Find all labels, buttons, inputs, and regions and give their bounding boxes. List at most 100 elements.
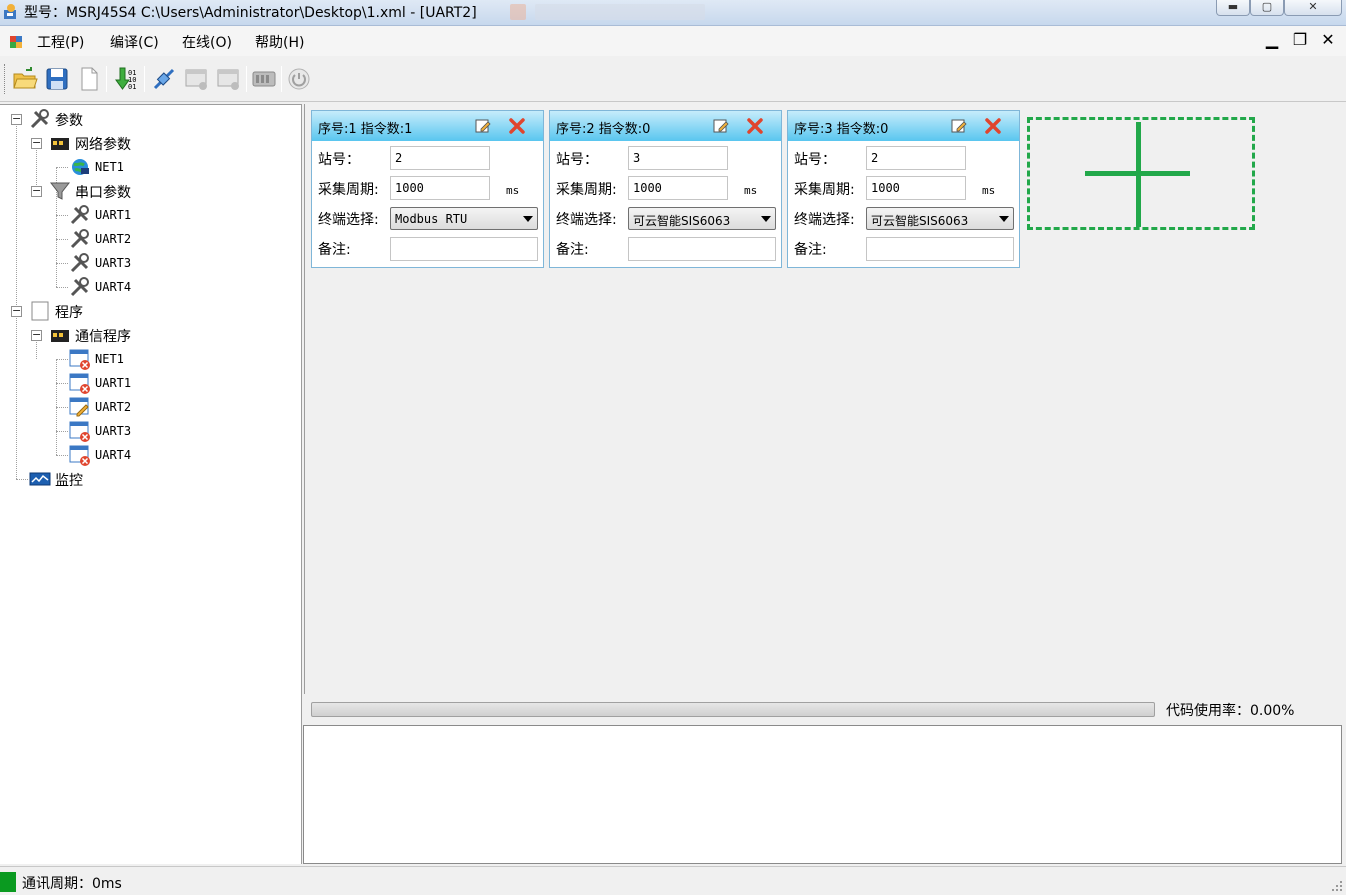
status-text: 通讯周期：0ms: [22, 876, 122, 892]
program-error-icon: [69, 421, 90, 442]
menu-help[interactable]: 帮助(H): [255, 32, 304, 52]
resize-grip-icon[interactable]: [1331, 880, 1343, 892]
terminal-select[interactable]: 可云智能SIS6063: [866, 207, 1014, 230]
background-tab: [535, 4, 705, 20]
terminal-select[interactable]: Modbus RTU: [390, 207, 538, 230]
editor-area: 序号:1 指令数:1 站号： 2 采集周期: 1000 ms 终端选择: Mod…: [304, 104, 1342, 694]
card-title: 序号:1 指令数:1: [318, 122, 413, 137]
tree-line: [56, 215, 68, 216]
device-icon[interactable]: [251, 66, 277, 92]
card-title: 序号:2 指令数:0: [556, 122, 651, 137]
period-input[interactable]: 1000: [390, 176, 490, 200]
delete-icon[interactable]: [508, 117, 526, 135]
chevron-down-icon: [761, 216, 771, 222]
mdi-close-button[interactable]: ✕: [1320, 32, 1336, 48]
tree-label: 串口参数: [75, 185, 131, 201]
tree-collapse-toggle[interactable]: −: [11, 113, 22, 125]
code-usage-label: 代码使用率：0.00%: [1166, 703, 1295, 719]
tree-label: UART4: [95, 280, 132, 294]
remove-window-icon[interactable]: [216, 66, 242, 92]
mdi-restore-button[interactable]: ❐: [1292, 32, 1308, 48]
remark-label: 备注:: [318, 242, 351, 258]
period-unit: ms: [982, 184, 996, 197]
add-window-icon[interactable]: [184, 66, 210, 92]
command-card-3: 序号:3 指令数:0 站号： 2 采集周期: 1000 ms 终端选择: 可云智…: [787, 110, 1020, 268]
tree-line: [56, 455, 68, 456]
edit-icon[interactable]: [474, 117, 492, 135]
remark-input[interactable]: [390, 237, 538, 261]
tree-label: UART3: [95, 424, 132, 438]
code-usage-row: 代码使用率：0.00%: [304, 694, 1346, 724]
tree-line: [56, 287, 68, 288]
plus-icon: [1085, 122, 1190, 227]
toolbar-grip[interactable]: [4, 64, 7, 94]
remark-label: 备注:: [556, 242, 589, 258]
period-input[interactable]: 1000: [866, 176, 966, 200]
chevron-down-icon: [999, 216, 1009, 222]
period-label: 采集周期:: [794, 182, 855, 198]
tree-line: [56, 167, 68, 168]
tree-collapse-toggle[interactable]: −: [31, 137, 42, 149]
delete-icon[interactable]: [746, 117, 764, 135]
terminal-select-value: 可云智能SIS6063: [871, 214, 969, 228]
tree-label: 网络参数: [75, 137, 131, 153]
menu-online[interactable]: 在线(O): [182, 32, 232, 52]
period-input[interactable]: 1000: [628, 176, 728, 200]
terminal-select-value: Modbus RTU: [395, 212, 468, 226]
mdi-minimize-button[interactable]: ▁: [1264, 32, 1280, 48]
tools-icon: [30, 109, 49, 129]
edit-icon[interactable]: [950, 117, 968, 135]
tools-icon: [70, 277, 89, 297]
background-tab: [510, 4, 526, 20]
tree-label: UART1: [95, 376, 132, 390]
open-folder-icon[interactable]: [12, 66, 38, 92]
download-binary-icon[interactable]: 01 10 01: [114, 66, 140, 92]
tree-line: [16, 479, 28, 480]
tree-label: 参数: [55, 113, 83, 129]
program-error-icon: [69, 445, 90, 466]
command-card-2: 序号:2 指令数:0 站号： 3 采集周期: 1000 ms 终端选择: 可云智…: [549, 110, 782, 268]
card-header: 序号:2 指令数:0: [550, 111, 781, 141]
station-input[interactable]: 2: [866, 146, 966, 170]
delete-icon[interactable]: [984, 117, 1002, 135]
toolbar-separator: [144, 66, 145, 92]
terminal-label: 终端选择:: [318, 212, 379, 228]
remark-input[interactable]: [866, 237, 1014, 261]
program-edit-icon: [69, 397, 89, 417]
terminal-select[interactable]: 可云智能SIS6063: [628, 207, 776, 230]
station-input[interactable]: 2: [390, 146, 490, 170]
project-tree: − 参数 − 网络参数 NET1 − 串口参数 UART1 UART2 UART…: [0, 104, 302, 864]
tree-label: UART3: [95, 256, 132, 270]
menu-compile[interactable]: 编译(C): [110, 32, 159, 52]
tree-label: UART2: [95, 400, 132, 414]
save-icon[interactable]: [44, 66, 70, 92]
minimize-button[interactable]: ▬: [1216, 0, 1250, 16]
add-command-button[interactable]: [1027, 117, 1255, 230]
tree-label: NET1: [95, 352, 124, 366]
document-icon[interactable]: [9, 35, 23, 49]
station-label: 站号：: [556, 152, 598, 168]
tree-collapse-toggle[interactable]: −: [31, 185, 42, 197]
card-title: 序号:3 指令数:0: [794, 122, 889, 137]
card-header: 序号:1 指令数:1: [312, 111, 543, 141]
tools-icon: [70, 229, 89, 249]
globe-icon: [72, 159, 89, 175]
tree-collapse-toggle[interactable]: −: [31, 329, 42, 341]
new-file-icon[interactable]: [76, 66, 102, 92]
program-error-icon: [69, 373, 90, 394]
remark-input[interactable]: [628, 237, 776, 261]
connect-icon[interactable]: [151, 66, 177, 92]
maximize-button[interactable]: ▢: [1250, 0, 1284, 16]
tree-collapse-toggle[interactable]: −: [11, 305, 22, 317]
edit-icon[interactable]: [712, 117, 730, 135]
menu-project[interactable]: 工程(P): [37, 32, 84, 52]
station-input[interactable]: 3: [628, 146, 728, 170]
title-bar: 型号：MSRJ45S4 C:\Users\Administrator\Deskt…: [0, 0, 1346, 26]
toolbar-separator: [281, 66, 282, 92]
close-button[interactable]: ✕: [1284, 0, 1342, 16]
tree-line: [56, 263, 68, 264]
power-icon[interactable]: [286, 66, 312, 92]
output-pane[interactable]: [303, 725, 1342, 864]
tree-label: 程序: [55, 305, 83, 321]
code-usage-progress: [311, 702, 1155, 717]
